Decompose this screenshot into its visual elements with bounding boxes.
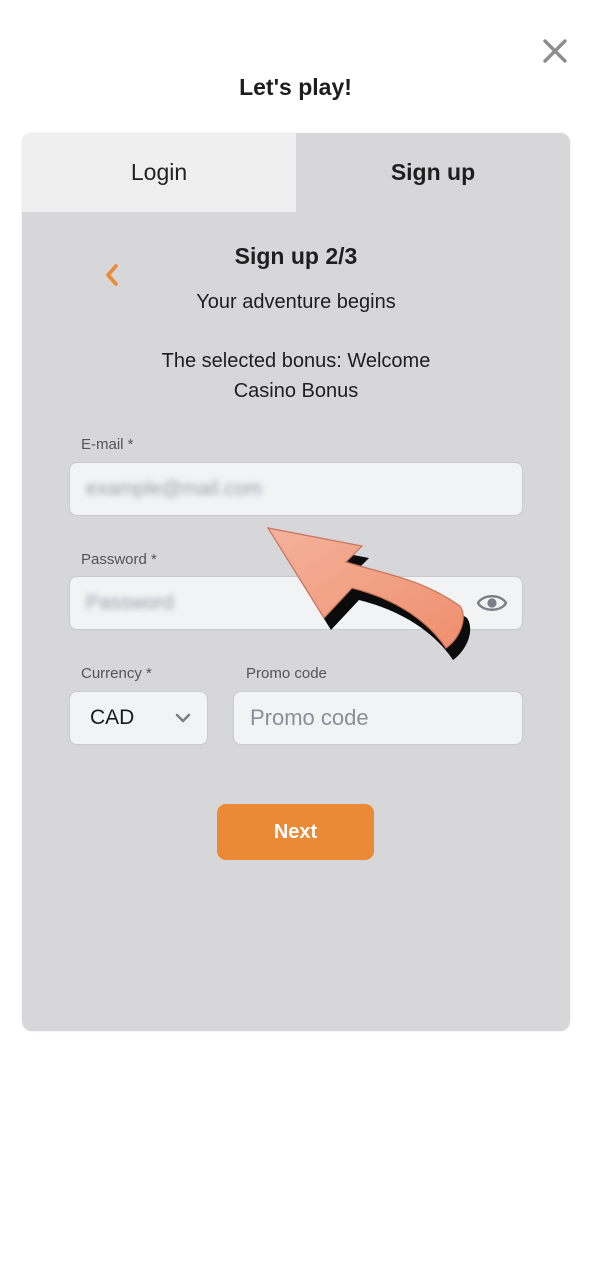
modal-title: Let's play! <box>239 74 352 100</box>
email-label: E-mail * <box>81 436 134 453</box>
promo-code-label: Promo code <box>246 665 327 682</box>
password-field[interactable]: Password <box>69 576 523 630</box>
password-placeholder: Password <box>86 591 174 614</box>
tab-login[interactable]: Login <box>22 133 296 212</box>
email-field[interactable]: example@mail.com <box>69 462 523 516</box>
close-icon <box>543 39 567 63</box>
auth-tabs: Login Sign up <box>22 133 570 212</box>
step-subtitle: Your adventure begins <box>196 291 396 313</box>
selected-bonus-text: The selected bonus: Welcome Casino Bonus <box>161 350 431 402</box>
currency-value: CAD <box>90 706 135 729</box>
promo-code-placeholder: Promo code <box>250 705 369 730</box>
eye-icon <box>476 595 508 611</box>
next-button[interactable]: Next <box>217 804 374 860</box>
show-password-button[interactable] <box>476 590 508 616</box>
currency-label: Currency * <box>81 665 152 682</box>
step-title: Sign up 2/3 <box>234 243 358 269</box>
password-label: Password * <box>81 551 157 568</box>
email-placeholder: example@mail.com <box>86 477 262 500</box>
promo-code-field[interactable]: Promo code <box>233 691 523 745</box>
tab-signup[interactable]: Sign up <box>296 133 570 212</box>
signup-modal: Let's play! Login Sign up Sign up 2/3 Yo… <box>0 0 591 1280</box>
auth-card: Login Sign up Sign up 2/3 Your adventure… <box>22 133 570 1031</box>
currency-select[interactable]: CAD <box>69 691 208 745</box>
close-button[interactable] <box>540 36 570 66</box>
chevron-down-icon <box>175 713 191 723</box>
